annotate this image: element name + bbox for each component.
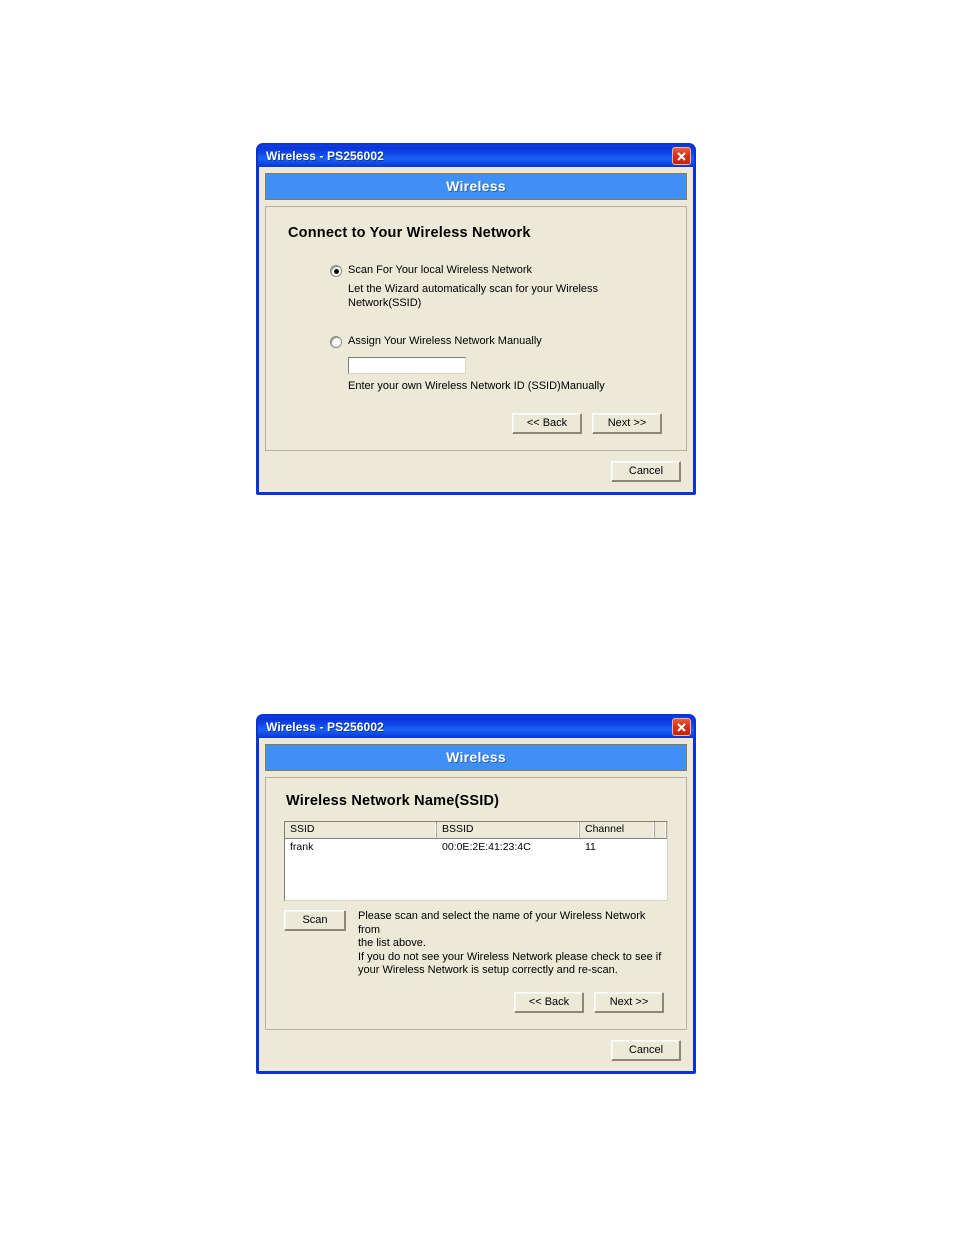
window-title-device: PS256002 bbox=[327, 149, 384, 163]
close-icon bbox=[677, 151, 686, 161]
dialog-bottom-bar-2: Cancel bbox=[265, 1030, 687, 1063]
dialog-bottom-bar: Cancel bbox=[265, 451, 687, 484]
scan-instructions-line-1: Please scan and select the name of your … bbox=[358, 910, 646, 936]
scan-instructions: Please scan and select the name of your … bbox=[358, 910, 668, 978]
wizard-panel-2: Wireless Network Name(SSID) SSID BSSID C… bbox=[265, 777, 687, 1030]
column-header-extra[interactable] bbox=[655, 822, 667, 838]
option-scan-network[interactable]: Scan For Your local Wireless Network bbox=[330, 263, 668, 277]
window-title-2: Wireless - PS256002 bbox=[266, 720, 384, 734]
cancel-button[interactable]: Cancel bbox=[611, 461, 681, 482]
page-title-2: Wireless Network Name(SSID) bbox=[286, 793, 500, 809]
ssid-input[interactable] bbox=[348, 357, 466, 374]
scan-button[interactable]: Scan bbox=[284, 910, 346, 931]
wizard-panel: Connect to Your Wireless Network Scan Fo… bbox=[265, 206, 687, 451]
close-icon bbox=[677, 722, 686, 732]
radio-manual-network[interactable] bbox=[330, 336, 342, 348]
wizard-nav-buttons-2: << Back Next >> bbox=[282, 991, 664, 1013]
window-title-separator: - bbox=[316, 149, 328, 163]
next-button[interactable]: Next >> bbox=[592, 413, 662, 434]
section-banner-2: Wireless bbox=[265, 744, 687, 771]
network-list-header: SSID BSSID Channel bbox=[285, 822, 667, 839]
window-title-app: Wireless bbox=[266, 149, 317, 163]
option-manual-network[interactable]: Assign Your Wireless Network Manually bbox=[330, 334, 668, 348]
cancel-button-2[interactable]: Cancel bbox=[611, 1039, 681, 1061]
scan-instructions-line-3: If you do not see your Wireless Network … bbox=[358, 950, 662, 963]
option-scan-network-label: Scan For Your local Wireless Network bbox=[348, 264, 533, 276]
wireless-wizard-window-1: Wireless - PS256002 Wireless Connect to … bbox=[256, 143, 696, 495]
cell-bssid: 00:0E:2E:41:23:4C bbox=[442, 841, 531, 853]
cell-channel: 11 bbox=[585, 841, 596, 853]
network-list[interactable]: SSID BSSID Channel frank 00:0E:2E:41:23:… bbox=[284, 821, 668, 901]
client-area-2: Wireless Wireless Network Name(SSID) SSI… bbox=[259, 738, 693, 1071]
window-title-device-2: PS256002 bbox=[327, 720, 384, 734]
back-button[interactable]: << Back bbox=[512, 413, 582, 434]
option-scan-network-help: Let the Wizard automatically scan for yo… bbox=[348, 283, 599, 309]
column-header-bssid[interactable]: BSSID bbox=[437, 822, 580, 838]
back-button-2[interactable]: << Back bbox=[514, 991, 584, 1013]
close-button[interactable] bbox=[672, 147, 691, 165]
column-header-ssid[interactable]: SSID bbox=[285, 822, 437, 838]
scan-area: Scan Please scan and select the name of … bbox=[284, 910, 668, 978]
window-title-separator-2: - bbox=[316, 720, 328, 734]
option-manual-network-label: Assign Your Wireless Network Manually bbox=[348, 335, 542, 347]
client-area: Wireless Connect to Your Wireless Networ… bbox=[259, 167, 693, 492]
close-button-2[interactable] bbox=[672, 718, 691, 736]
next-button-2[interactable]: Next >> bbox=[594, 991, 664, 1013]
option-manual-network-help: Enter your own Wireless Network ID (SSID… bbox=[348, 380, 605, 392]
wizard-nav-buttons: << Back Next >> bbox=[284, 413, 662, 434]
scan-instructions-line-4: your Wireless Network is setup correctly… bbox=[358, 964, 618, 976]
titlebar[interactable]: Wireless - PS256002 bbox=[258, 145, 694, 167]
titlebar-2[interactable]: Wireless - PS256002 bbox=[258, 716, 694, 738]
table-row[interactable]: frank 00:0E:2E:41:23:4C 11 bbox=[285, 839, 667, 853]
cell-ssid: frank bbox=[290, 841, 314, 853]
radio-scan-network[interactable] bbox=[330, 265, 342, 277]
page-title: Connect to Your Wireless Network bbox=[288, 225, 531, 241]
window-title-app-2: Wireless bbox=[266, 720, 317, 734]
window-title: Wireless - PS256002 bbox=[266, 149, 384, 163]
section-banner: Wireless bbox=[265, 173, 687, 200]
column-header-channel[interactable]: Channel bbox=[580, 822, 655, 838]
scan-instructions-line-2: the list above. bbox=[358, 937, 426, 949]
wireless-wizard-window-2: Wireless - PS256002 Wireless Wireless Ne… bbox=[256, 714, 696, 1074]
